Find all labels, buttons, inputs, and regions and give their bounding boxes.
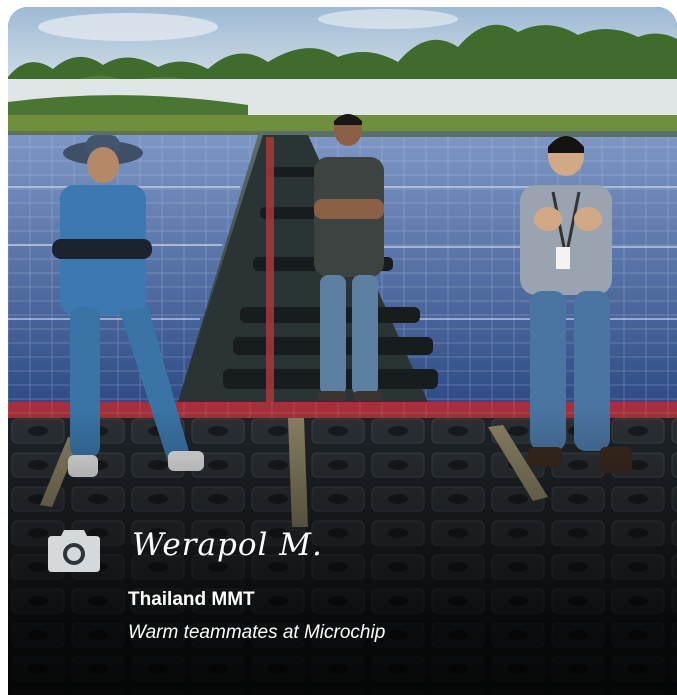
photo-caption: Warm teammates at Microchip [128,622,386,643]
photographer-name: Werapol M. [132,527,323,563]
bottom-shade [8,7,677,695]
photo-card: Werapol M. Thailand MMT Warm teammates a… [8,7,677,695]
photo-location: Thailand MMT [128,589,255,610]
camera-icon [48,530,100,572]
